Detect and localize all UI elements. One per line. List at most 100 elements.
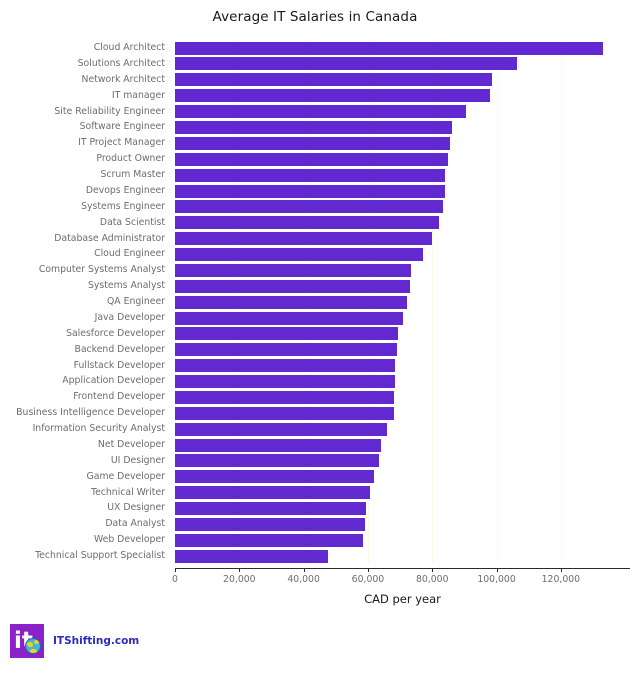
y-axis-label: Site Reliability Engineer — [54, 105, 165, 117]
bar[interactable] — [175, 343, 397, 357]
y-axis-label: Solutions Architect — [77, 57, 165, 69]
bar-row[interactable] — [175, 231, 630, 247]
bar[interactable] — [175, 454, 380, 468]
bar[interactable] — [175, 406, 394, 420]
bar[interactable] — [175, 438, 381, 452]
bar-row[interactable] — [175, 72, 630, 88]
bar[interactable] — [175, 248, 423, 262]
chart-title: Average IT Salaries in Canada — [212, 9, 418, 25]
x-axis-tick — [367, 568, 369, 572]
y-axis-label: IT Project Manager — [78, 137, 165, 149]
x-axis-tick-label: 40,000 — [287, 574, 320, 585]
bar[interactable] — [175, 232, 433, 246]
bar-row[interactable] — [175, 358, 630, 374]
bar-row[interactable] — [175, 246, 630, 262]
bar[interactable] — [175, 486, 370, 500]
bar-row[interactable] — [175, 215, 630, 231]
bar[interactable] — [175, 168, 446, 182]
bar-row[interactable] — [175, 405, 630, 421]
y-axis-label: Backend Developer — [74, 343, 165, 355]
watermark-label: ITShifting.com — [53, 635, 140, 647]
bar-row[interactable] — [175, 485, 630, 501]
bar[interactable] — [175, 422, 388, 436]
y-axis-label: QA Engineer — [106, 296, 165, 308]
y-axis-label: UX Designer — [107, 502, 165, 514]
y-axis-label: IT manager — [111, 89, 165, 101]
x-axis-tick-label: 120,000 — [541, 574, 581, 585]
y-axis-label: Web Developer — [93, 534, 165, 546]
bar[interactable] — [175, 136, 450, 150]
bar[interactable] — [175, 105, 466, 119]
bar[interactable] — [175, 359, 396, 373]
bar[interactable] — [175, 311, 404, 325]
x-axis-tick-label: 60,000 — [351, 574, 385, 585]
bar-row[interactable] — [175, 40, 630, 56]
bar[interactable] — [175, 41, 603, 55]
bar-row[interactable] — [175, 342, 630, 358]
bar-row[interactable] — [175, 294, 630, 310]
bar[interactable] — [175, 517, 365, 531]
bar[interactable] — [175, 200, 444, 214]
y-axis-label: Java Developer — [94, 311, 165, 323]
bar-row[interactable] — [175, 56, 630, 72]
bar-row[interactable] — [175, 104, 630, 120]
y-axis-label: Fullstack Developer — [73, 359, 165, 371]
y-axis-label: Data Analyst — [105, 518, 165, 530]
bar[interactable] — [175, 375, 396, 389]
bar-row[interactable] — [175, 516, 630, 532]
bar-row[interactable] — [175, 389, 630, 405]
bar[interactable] — [175, 470, 375, 484]
bar-row[interactable] — [175, 548, 630, 564]
bar[interactable] — [175, 263, 412, 277]
bar-row[interactable] — [175, 532, 630, 548]
bar[interactable] — [175, 73, 492, 87]
bar[interactable] — [175, 502, 367, 516]
y-axis-label: Game Developer — [86, 470, 165, 482]
globe-landmass — [30, 649, 37, 653]
bar[interactable] — [175, 295, 407, 309]
bar-row[interactable] — [175, 135, 630, 151]
bar-row[interactable] — [175, 310, 630, 326]
bar[interactable] — [175, 549, 328, 563]
bar-row[interactable] — [175, 373, 630, 389]
bar-row[interactable] — [175, 199, 630, 215]
watermark-logo: it ITShifting.com — [10, 624, 139, 658]
bar[interactable] — [175, 390, 394, 404]
x-axis-tick — [496, 568, 498, 572]
y-axis-label: UI Designer — [110, 454, 165, 466]
bar-row[interactable] — [175, 437, 630, 453]
y-axis-label: Technical Support Specialist — [35, 550, 165, 562]
x-axis-tick — [560, 568, 562, 572]
bar[interactable] — [175, 216, 439, 230]
bar-row[interactable] — [175, 500, 630, 516]
bar[interactable] — [175, 120, 452, 134]
itshifting-logo-icon: it — [10, 624, 44, 658]
bar[interactable] — [175, 279, 410, 293]
x-axis-tick — [303, 568, 305, 572]
plot-area — [175, 40, 630, 564]
y-axis-label: Information Security Analyst — [32, 423, 165, 435]
bar-row[interactable] — [175, 278, 630, 294]
bar[interactable] — [175, 89, 491, 103]
bar-row[interactable] — [175, 262, 630, 278]
y-axis-label: Computer Systems Analyst — [38, 264, 165, 276]
bar[interactable] — [175, 327, 399, 341]
x-axis-tick — [239, 568, 241, 572]
x-axis-tick-label: 80,000 — [415, 574, 449, 585]
bar-row[interactable] — [175, 88, 630, 104]
bar-row[interactable] — [175, 421, 630, 437]
x-axis-title: CAD per year — [364, 592, 441, 606]
bar[interactable] — [175, 152, 449, 166]
bar-row[interactable] — [175, 453, 630, 469]
y-axis-label: Application Developer — [62, 375, 165, 387]
bar-row[interactable] — [175, 469, 630, 485]
bar[interactable] — [175, 57, 518, 71]
bar-row[interactable] — [175, 167, 630, 183]
bar-row[interactable] — [175, 119, 630, 135]
bar-row[interactable] — [175, 151, 630, 167]
bar[interactable] — [175, 533, 364, 547]
y-axis-label: Devops Engineer — [85, 184, 165, 196]
bar-row[interactable] — [175, 326, 630, 342]
bar-row[interactable] — [175, 183, 630, 199]
bar[interactable] — [175, 184, 446, 198]
